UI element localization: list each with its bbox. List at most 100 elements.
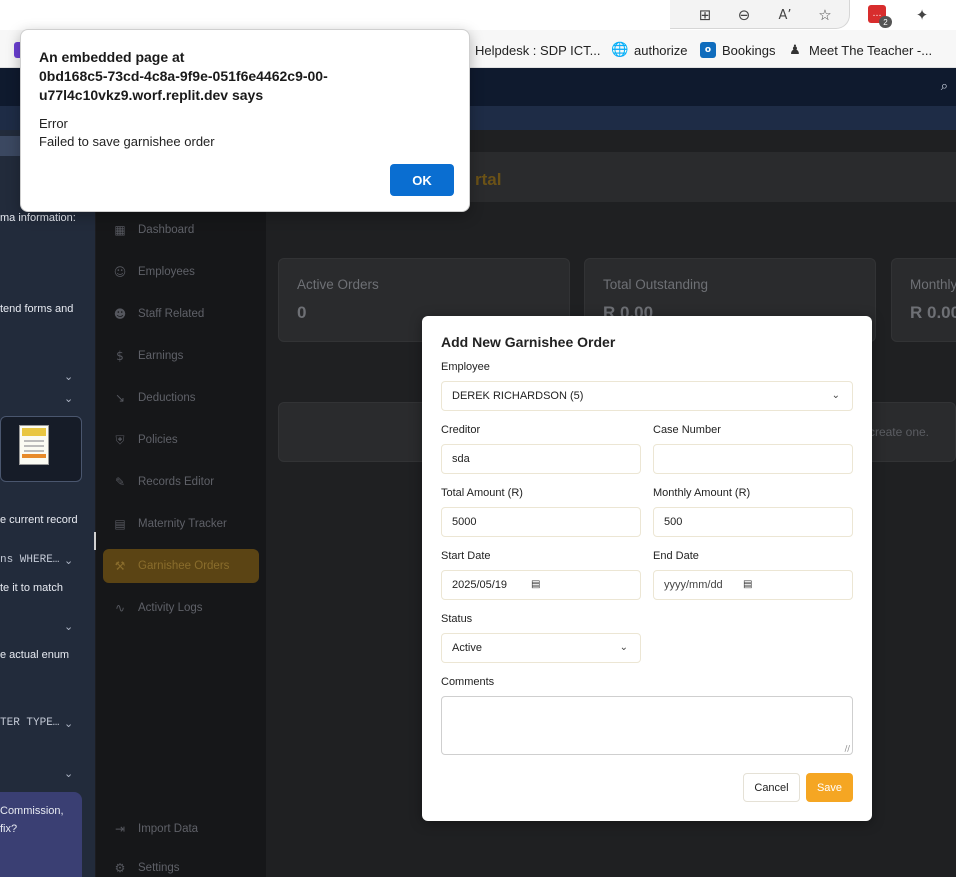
chevron-down-icon[interactable]: ⌄ — [64, 767, 73, 780]
total-amount-input[interactable]: 5000 — [441, 507, 641, 537]
sidebar-item-label: Maternity Tracker — [138, 518, 227, 530]
chevron-down-icon[interactable]: ⌄ — [64, 620, 73, 633]
end-date-placeholder: yyyy/mm/dd — [664, 579, 723, 591]
stat-label: Monthly — [910, 277, 956, 292]
chat-message-bubble: Commission, fix? — [0, 792, 82, 877]
sidebar-item-garnishee-orders[interactable]: ⚒ Garnishee Orders — [103, 549, 259, 583]
person-icon: ♟ — [789, 42, 801, 58]
stat-card-monthly: Monthly R 0.00 — [891, 258, 956, 342]
sidebar-item-activity-logs[interactable]: ∿ Activity Logs — [108, 591, 258, 625]
employee-select[interactable]: DEREK RICHARDSON (5) ⌄ — [441, 381, 853, 411]
chevron-down-icon[interactable]: ⌄ — [64, 370, 73, 383]
sidebar-item-maternity-tracker[interactable]: ▤ Maternity Tracker — [108, 507, 258, 541]
browser-toolbar: ⊞ ⊖ A’ ☆ … 2 ✦ — [0, 0, 956, 30]
puzzle-icon[interactable]: ✦ — [911, 4, 933, 26]
bookmark-helpdesk[interactable]: Helpdesk : SDP ICT... — [463, 40, 600, 60]
app-sidebar: ▦ Dashboard ☺ Employees ☻ Staff Related … — [96, 130, 266, 877]
status-select[interactable]: Active ⌄ — [441, 633, 641, 663]
panel-text: te it to match — [0, 582, 63, 594]
sidebar-item-import-data[interactable]: ⇥ Import Data — [108, 812, 258, 846]
sidebar-item-label: Staff Related — [138, 308, 205, 320]
alert-title-line: u77l4c10vkz9.worf.replit.dev says — [39, 87, 264, 103]
chevron-down-icon[interactable]: ⌄ — [64, 717, 73, 730]
end-date-input[interactable]: yyyy/mm/dd ▤ — [653, 570, 853, 600]
monthly-amount-input-value: 500 — [664, 516, 683, 528]
comments-label: Comments — [441, 676, 495, 688]
alert-title-line: 0bd168c5-73cd-4c8a-9f9e-051f6e4462c9-00- — [39, 68, 328, 84]
sidebar-item-staff-related[interactable]: ☻ Staff Related — [108, 297, 258, 331]
shield-icon: ⛨ — [115, 432, 125, 447]
dollar-icon: $ — [116, 349, 124, 363]
total-amount-input-value: 5000 — [452, 516, 477, 528]
empty-state-text: create one. — [868, 425, 929, 439]
start-date-label: Start Date — [441, 550, 491, 562]
alert-title-line: An embedded page at — [39, 49, 185, 65]
comments-textarea[interactable]: ∕∕ — [441, 696, 853, 755]
panel-text: Commission, — [0, 805, 64, 817]
search-icon[interactable]: ⌕ — [941, 79, 948, 94]
user-cog-icon: ☻ — [113, 307, 127, 321]
sidebar-item-label: Employees — [138, 266, 195, 278]
start-date-input[interactable]: 2025/05/19 ▤ — [441, 570, 641, 600]
zoom-out-icon[interactable]: ⊖ — [733, 4, 755, 26]
employee-select-value: DEREK RICHARDSON (5) — [452, 390, 584, 402]
chevron-down-icon: ⌄ — [619, 642, 628, 653]
sidebar-item-earnings[interactable]: $ Earnings — [108, 339, 258, 373]
page-title: rtal — [475, 170, 502, 189]
sidebar-item-label: Import Data — [138, 823, 199, 835]
outlook-icon: o — [700, 42, 716, 58]
bookmark-label: authorize — [634, 42, 688, 58]
stat-value: 0 — [297, 303, 307, 322]
sidebar-item-employees[interactable]: ☺ Employees — [108, 255, 258, 289]
sidebar-item-dashboard[interactable]: ▦ Dashboard — [108, 213, 258, 247]
bookmark-meet-teacher[interactable]: ♟ Meet The Teacher -... — [787, 40, 932, 60]
calendar-icon: ▤ — [114, 517, 126, 531]
total-amount-label: Total Amount (R) — [441, 487, 523, 499]
calendar-icon[interactable]: ▤ — [531, 579, 540, 590]
extension-badge-count: 2 — [879, 16, 892, 28]
chevron-down-icon[interactable]: ⌄ — [64, 392, 73, 405]
cancel-button[interactable]: Cancel — [743, 773, 800, 802]
calendar-icon[interactable]: ▤ — [743, 579, 752, 590]
sidebar-item-label: Earnings — [138, 350, 184, 362]
case-number-input[interactable] — [653, 444, 853, 474]
settings-icon: ⚙ — [114, 861, 126, 875]
favorite-star-icon[interactable]: ☆ — [814, 4, 836, 26]
sidebar-item-policies[interactable]: ⛨ Policies — [108, 423, 258, 457]
creditor-input-value: sda — [452, 453, 470, 465]
alert-ok-button[interactable]: OK — [390, 164, 454, 196]
stat-label: Total Outstanding — [603, 277, 709, 292]
sidebar-item-settings[interactable]: ⚙ Settings — [108, 851, 258, 877]
chevron-down-icon[interactable]: ⌄ — [64, 554, 73, 567]
bookmark-authorize[interactable]: 🌐 authorize — [611, 40, 688, 60]
alert-message: Error Failed to save garnishee order — [39, 115, 215, 151]
panel-text: tend forms and — [0, 303, 74, 315]
attachment-thumbnail — [19, 425, 49, 465]
grid-plus-icon[interactable]: ⊞ — [694, 4, 716, 26]
monthly-amount-input[interactable]: 500 — [653, 507, 853, 537]
trending-down-icon: ↘ — [114, 391, 126, 405]
case-number-label: Case Number — [653, 424, 721, 436]
start-date-input-value: 2025/05/19 — [452, 579, 508, 591]
status-label: Status — [441, 613, 473, 625]
creditor-label: Creditor — [441, 424, 481, 436]
save-button[interactable]: Save — [806, 773, 853, 802]
alert-title: An embedded page at 0bd168c5-73cd-4c8a-9… — [39, 48, 439, 105]
stat-value: R 0.00 — [910, 303, 956, 322]
resize-grip-icon[interactable]: ∕∕ — [845, 744, 850, 753]
attachment-card[interactable] — [0, 416, 82, 482]
dashboard-icon: ▦ — [114, 223, 126, 237]
gavel-icon: ⚒ — [114, 559, 126, 573]
read-aloud-icon[interactable]: A’ — [774, 4, 796, 26]
monthly-amount-label: Monthly Amount (R) — [653, 487, 751, 499]
add-garnishee-order-modal: Add New Garnishee Order Employee DEREK R… — [422, 316, 872, 821]
bookmark-label: Meet The Teacher -... — [809, 42, 933, 58]
sidebar-item-records-editor[interactable]: ✎ Records Editor — [108, 465, 258, 499]
modal-title: Add New Garnishee Order — [441, 334, 616, 350]
panel-code: TER TYPE… — [0, 717, 60, 729]
sidebar-item-label: Dashboard — [138, 224, 195, 236]
panel-text: e current record — [0, 514, 78, 526]
creditor-input[interactable]: sda — [441, 444, 641, 474]
bookmark-bookings[interactable]: o Bookings — [700, 40, 775, 60]
sidebar-item-deductions[interactable]: ↘ Deductions — [108, 381, 258, 415]
